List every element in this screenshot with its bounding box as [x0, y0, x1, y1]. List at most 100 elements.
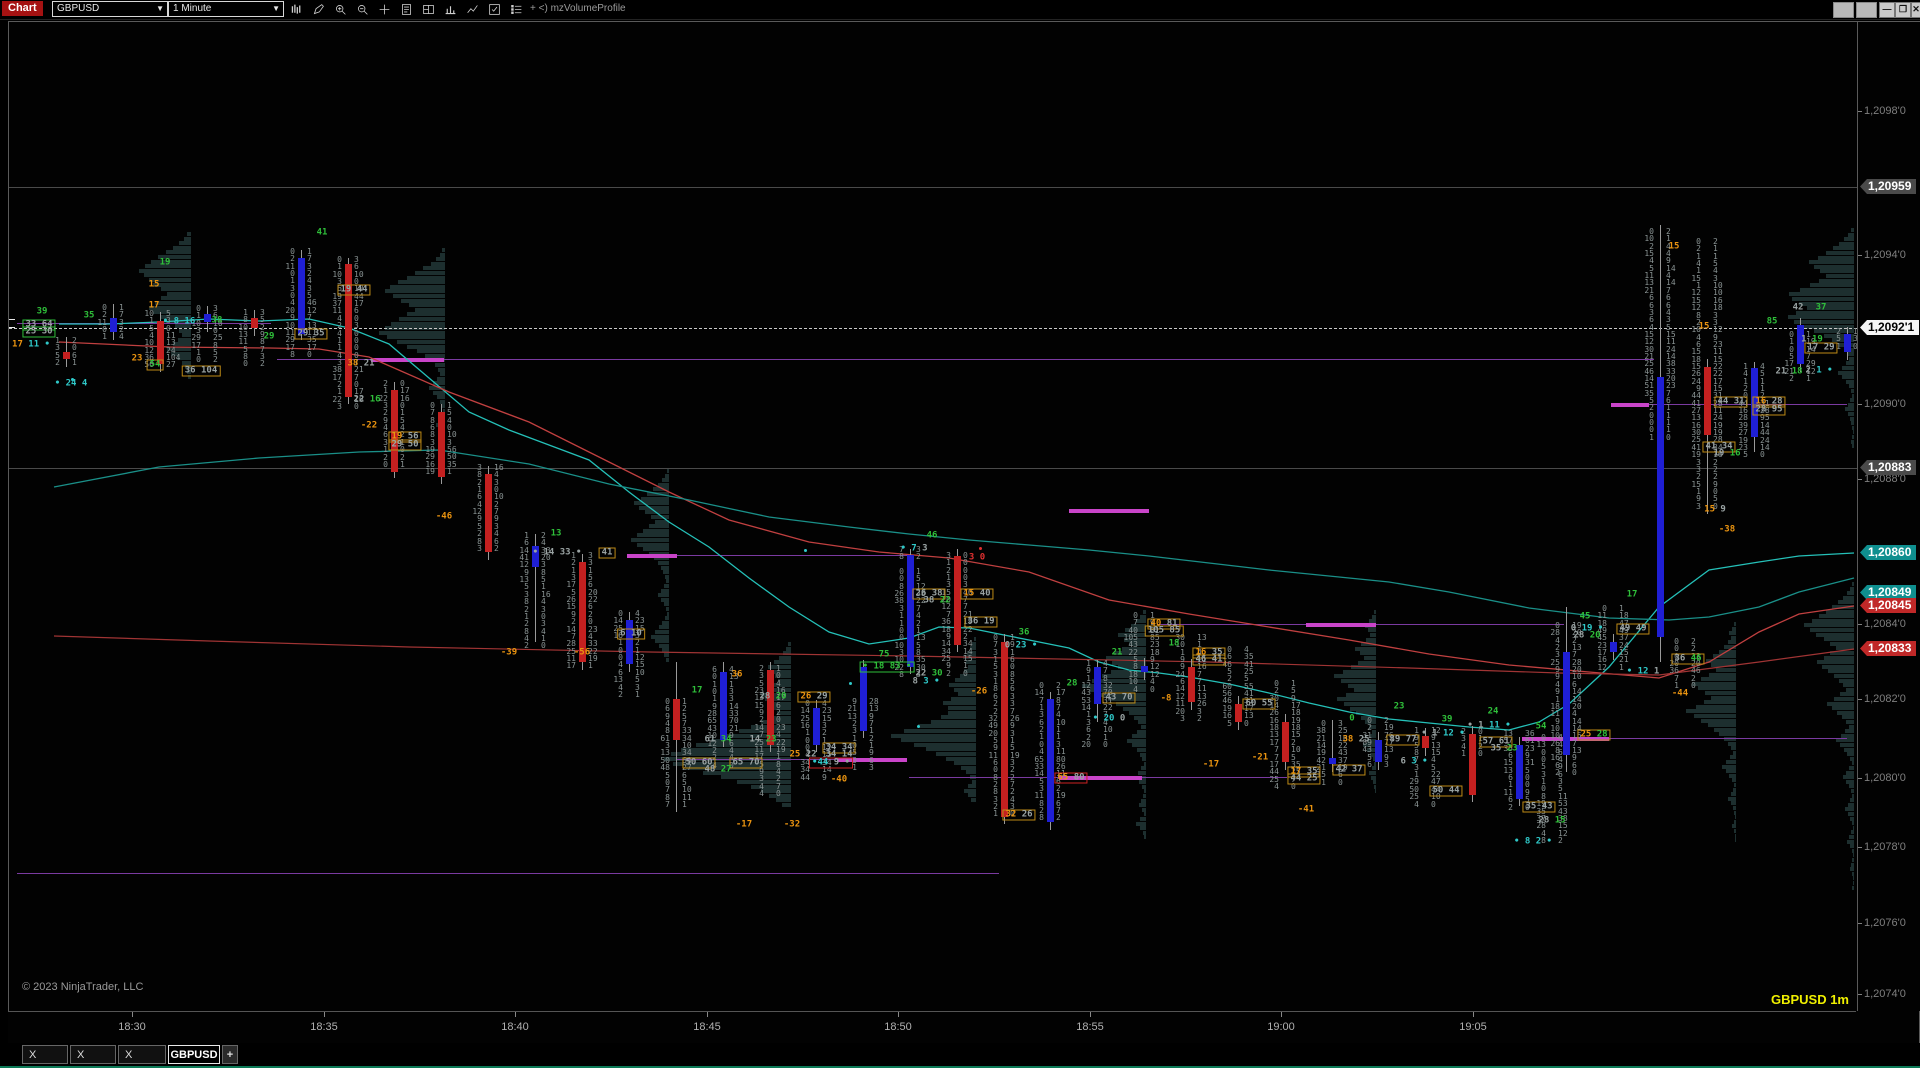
volume-profile-bar [1142, 807, 1146, 812]
annotation-text: • 8 2 • [1514, 836, 1552, 847]
orderflow-annotation: 25 30 [22, 326, 56, 338]
time-axis[interactable]: 18:30 18:35 18:40 18:45 18:50 18:55 19:00 19:05 [8, 1011, 1856, 1043]
volume-profile-bar [1136, 821, 1146, 826]
volume-profile-bar [1851, 228, 1854, 232]
volume-profile-bar [1846, 687, 1854, 692]
document-icon[interactable] [398, 1, 415, 17]
annotation-text: 21 [358, 358, 375, 369]
annotation-text: 36 [1674, 653, 1691, 664]
tab-x-0[interactable]: X [22, 1045, 68, 1064]
orderflow-bid: 19 [425, 467, 435, 477]
annotation-text: 49 49 [1619, 623, 1647, 634]
annotation-text: 75 [878, 649, 890, 660]
window-button-2[interactable] [1856, 2, 1877, 18]
volume-profile-bar [393, 294, 445, 298]
support-line [17, 873, 999, 874]
volume-profile-bar [440, 372, 445, 377]
volume-profile-bar [1838, 370, 1854, 375]
time-axis-label: 18:45 [693, 1021, 721, 1033]
annotation-text: 15 [1698, 321, 1710, 332]
maximize-button[interactable]: ❐ [1895, 2, 1911, 18]
close-button[interactable]: ✕ [1911, 2, 1920, 18]
volume-profile-bar [1354, 688, 1376, 693]
volume-profile-bar [1850, 844, 1854, 849]
volume-profile-bar [783, 651, 791, 656]
time-axis-label: 19:00 [1267, 1021, 1295, 1033]
minimize-button[interactable]: — [1879, 2, 1895, 18]
orderflow-annotation: 38 [212, 316, 223, 326]
volume-profile-bar [1848, 402, 1854, 407]
time-axis-label: 18:50 [884, 1021, 912, 1033]
volume-profile-bar [1356, 711, 1376, 716]
pencil-icon[interactable] [310, 1, 327, 17]
volume-profile-bar [1137, 748, 1146, 752]
zoom-in-icon[interactable] [332, 1, 349, 17]
bar-chart-icon[interactable] [442, 1, 459, 17]
orderflow-annotation: 89 77 [1386, 734, 1420, 746]
volume-profile-bar [1844, 237, 1854, 242]
orderflow-annotation: 32 26 [1002, 809, 1036, 821]
candle-body [157, 321, 164, 364]
tab-x-1[interactable]: X [70, 1045, 116, 1064]
orderflow-bid: 7 [665, 799, 670, 809]
volume-profile-bar [776, 798, 791, 803]
crosshair-icon[interactable] [376, 1, 393, 17]
add-tab-button[interactable]: + [222, 1045, 238, 1064]
candle-body [907, 555, 914, 667]
volume-profile-bar [1818, 255, 1854, 260]
checkbox-grid-icon[interactable] [486, 1, 503, 17]
volume-profile-bar [1837, 710, 1854, 715]
volume-profile-bar [1140, 614, 1146, 619]
volume-profile-bar [1372, 614, 1376, 619]
volume-profile-bar [139, 268, 191, 273]
price-axis[interactable]: 1,2098'0 1,2094'0 1,2090'0 1,2088'0 1,2084'0… [1857, 22, 1920, 1011]
candle-body [1469, 734, 1476, 795]
volume-profile-bar [1372, 729, 1376, 734]
orderflow-annotation: 19 16 [1713, 449, 1740, 459]
orderflow-annotation: 21 18 [1775, 367, 1802, 377]
volume-profile-bar [1348, 683, 1376, 688]
volume-profile-bar [1722, 764, 1736, 769]
annotation-text: 12 [1443, 728, 1454, 739]
volume-profile-bar [423, 266, 445, 271]
instrument-dropdown[interactable]: GBPUSD ▼ [52, 1, 168, 17]
orderflow-annotation: • 18 83 • [859, 661, 915, 673]
candle-body [673, 699, 680, 740]
zoom-out-icon[interactable] [354, 1, 371, 17]
volume-profile-bar [1852, 582, 1854, 586]
list-icon[interactable] [508, 1, 525, 17]
orderflow-annotation: 38 25 [1342, 735, 1369, 745]
volume-profile-bar [1849, 835, 1854, 839]
candles-icon[interactable] [288, 1, 305, 17]
annotation-text: • [1453, 728, 1465, 739]
volume-profile-bar [1816, 632, 1854, 637]
orderflow-annotation: • 8 2 • [1514, 836, 1552, 847]
volume-profile-bar [1851, 830, 1854, 835]
annotation-text: 28 [1573, 630, 1590, 641]
volume-profile-bar [665, 473, 669, 478]
annotation-text: 35 [1490, 743, 1507, 754]
toolbar: Chart GBPUSD ▼ 1 Minute ▼ + <) mzVolumePro… [0, 0, 1920, 20]
annotation-text: 3 [916, 543, 928, 554]
interval-dropdown[interactable]: 1 Minute ▼ [168, 1, 284, 17]
volume-profile-bar [1361, 642, 1376, 647]
orderflow-ask: 2 [1056, 813, 1061, 823]
volume-profile-bar [1848, 232, 1854, 237]
volume-profile-bar [1144, 789, 1146, 794]
volume-profile-bar [401, 298, 445, 303]
window-button-1[interactable] [1833, 2, 1854, 18]
volume-profile-bar [1794, 320, 1854, 324]
tab-gbpusd-3[interactable]: GBPUSD [168, 1045, 220, 1064]
annotation-text: 13 [550, 528, 562, 539]
chart-menu-button[interactable]: Chart [2, 1, 43, 16]
poc-segment [1306, 623, 1376, 627]
ema-lines-layer [53, 318, 1855, 731]
time-axis-label: 18:55 [1076, 1021, 1104, 1033]
panels-icon[interactable] [420, 1, 437, 17]
zigzag-icon[interactable] [464, 1, 481, 17]
chart-plot-area[interactable]: 1 2 3 0 5 6 2 1 0 1 2 7 11 3 0 2 1 4 10 5 1 3 5 0 4 11 10 13 12 24 36 1… [9, 22, 1857, 1011]
annotation-text: • [1026, 640, 1038, 651]
tab-x-2[interactable]: X [118, 1045, 166, 1064]
annotation-text: -8 [1160, 693, 1172, 704]
volume-profile-bar [653, 487, 669, 492]
